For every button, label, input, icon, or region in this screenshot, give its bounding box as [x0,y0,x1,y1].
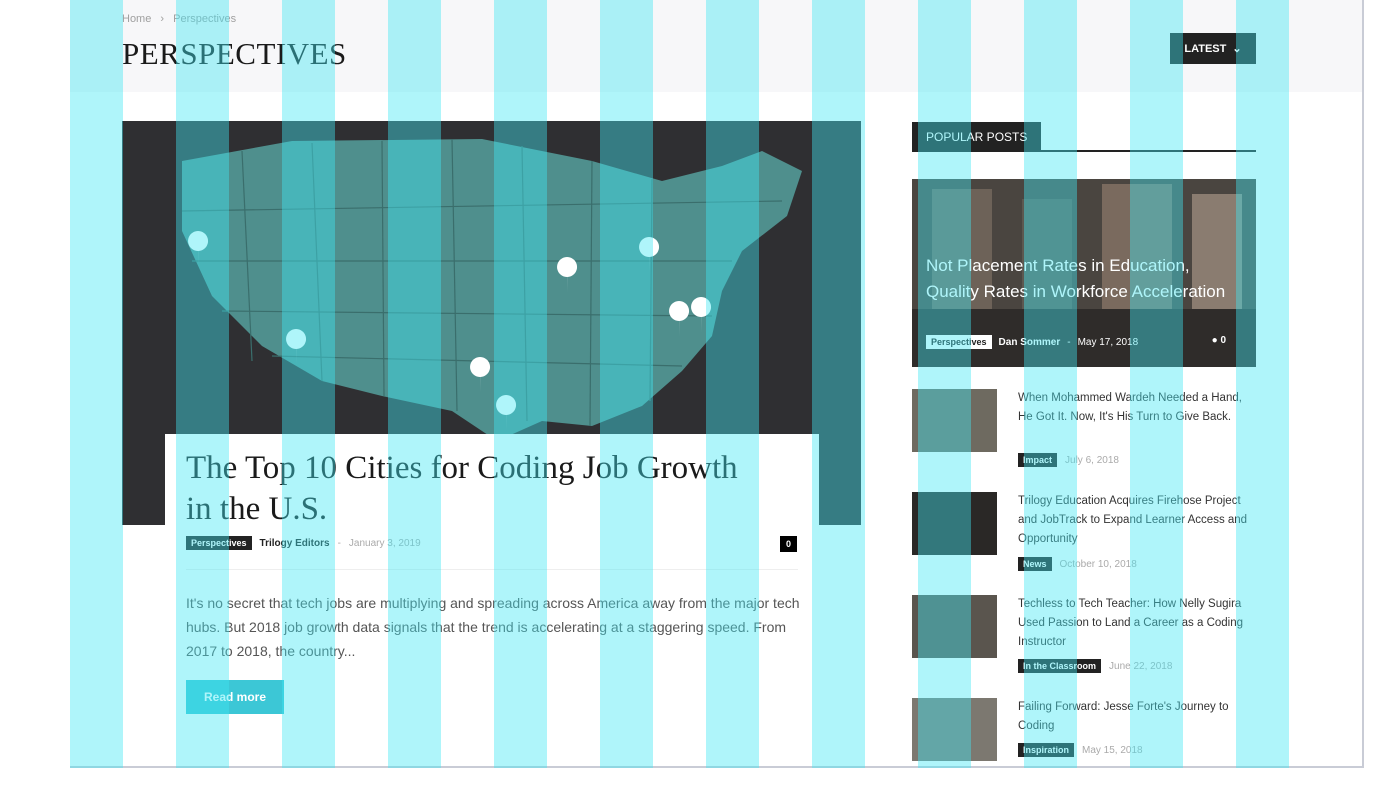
featured-popular-post[interactable]: Not Placement Rates in Education, Qualit… [912,179,1256,367]
post-title[interactable]: Failing Forward: Jesse Forte's Journey t… [1018,698,1254,736]
comment-count[interactable]: ● 0 [1212,335,1226,346]
category-badge[interactable]: Perspectives [926,335,992,349]
popular-post-item[interactable]: Trilogy Education Acquires Firehose Proj… [912,492,1256,572]
page-title: PERSPECTIVES [122,36,347,71]
post-title[interactable]: When Mohammed Wardeh Needed a Hand, He G… [1018,389,1254,427]
post-date: June 22, 2018 [1109,660,1173,672]
category-badge[interactable]: In the Classroom [1018,659,1102,673]
screen: Home › Perspectives PERSPECTIVES LATEST … [0,0,1394,810]
post-date: January 3, 2019 [348,537,421,549]
breadcrumb: Home › Perspectives [122,13,242,25]
read-more-button[interactable]: Read more [186,680,284,714]
comment-icon: ● [1211,335,1218,346]
popular-post-item[interactable]: Techless to Tech Teacher: How Nelly Sugi… [912,595,1256,675]
hero-article-meta: Perspectives Trilogy Editors - January 3… [186,536,421,550]
feature-post-title[interactable]: Not Placement Rates in Education, Qualit… [926,253,1246,305]
category-badge[interactable]: News [1018,557,1052,571]
post-thumbnail[interactable] [912,492,997,555]
category-badge[interactable]: Inspiration [1018,743,1075,757]
hero-article-excerpt: It's no secret that tech jobs are multip… [186,595,800,659]
hero-article-card: The Top 10 Cities for Coding Job Growth … [165,434,819,734]
blog-page: Home › Perspectives PERSPECTIVES LATEST … [70,0,1364,768]
breadcrumb-separator: › [160,13,165,25]
category-badge[interactable]: Perspectives [186,536,252,550]
post-meta: Impact July 6, 2018 [1018,453,1119,467]
page-header: Home › Perspectives PERSPECTIVES LATEST … [70,0,1362,92]
sort-dropdown-button[interactable]: LATEST ⌄ [1170,33,1256,64]
us-map-shape [182,139,802,441]
author-name[interactable]: Trilogy Editors [260,538,330,549]
sort-label: LATEST [1184,42,1227,55]
comment-count-badge[interactable]: 0 [780,536,797,552]
divider [186,569,798,570]
author-name[interactable]: Dan Sommer [999,337,1061,348]
breadcrumb-current[interactable]: Perspectives [173,13,236,25]
popular-posts-header: POPULAR POSTS [912,122,1256,152]
post-date: October 10, 2018 [1059,558,1137,570]
breadcrumb-home[interactable]: Home [122,13,151,25]
post-meta: Inspiration May 15, 2018 [1018,743,1143,757]
post-thumbnail[interactable] [912,698,997,761]
post-thumbnail[interactable] [912,389,997,452]
post-date: May 15, 2018 [1082,744,1143,756]
popular-post-item[interactable]: When Mohammed Wardeh Needed a Hand, He G… [912,389,1256,469]
meta-separator: - [337,537,341,549]
post-meta: News October 10, 2018 [1018,557,1137,571]
post-title[interactable]: Trilogy Education Acquires Firehose Proj… [1018,492,1254,549]
post-date: May 17, 2018 [1077,336,1139,348]
popular-posts-title: POPULAR POSTS [912,122,1042,152]
meta-separator: - [1067,336,1071,348]
post-thumbnail[interactable] [912,595,997,658]
chevron-down-icon: ⌄ [1232,43,1242,55]
comment-count-value: 0 [1220,335,1226,346]
post-meta: In the Classroom June 22, 2018 [1018,659,1172,673]
hero-article-title[interactable]: The Top 10 Cities for Coding Job Growth … [186,448,746,530]
category-badge[interactable]: Impact [1018,453,1058,467]
popular-post-item[interactable]: Failing Forward: Jesse Forte's Journey t… [912,698,1256,766]
post-title[interactable]: Techless to Tech Teacher: How Nelly Sugi… [1018,595,1254,652]
post-date: July 6, 2018 [1065,454,1119,466]
feature-post-meta: Perspectives Dan Sommer - May 17, 2018 [926,335,1138,349]
